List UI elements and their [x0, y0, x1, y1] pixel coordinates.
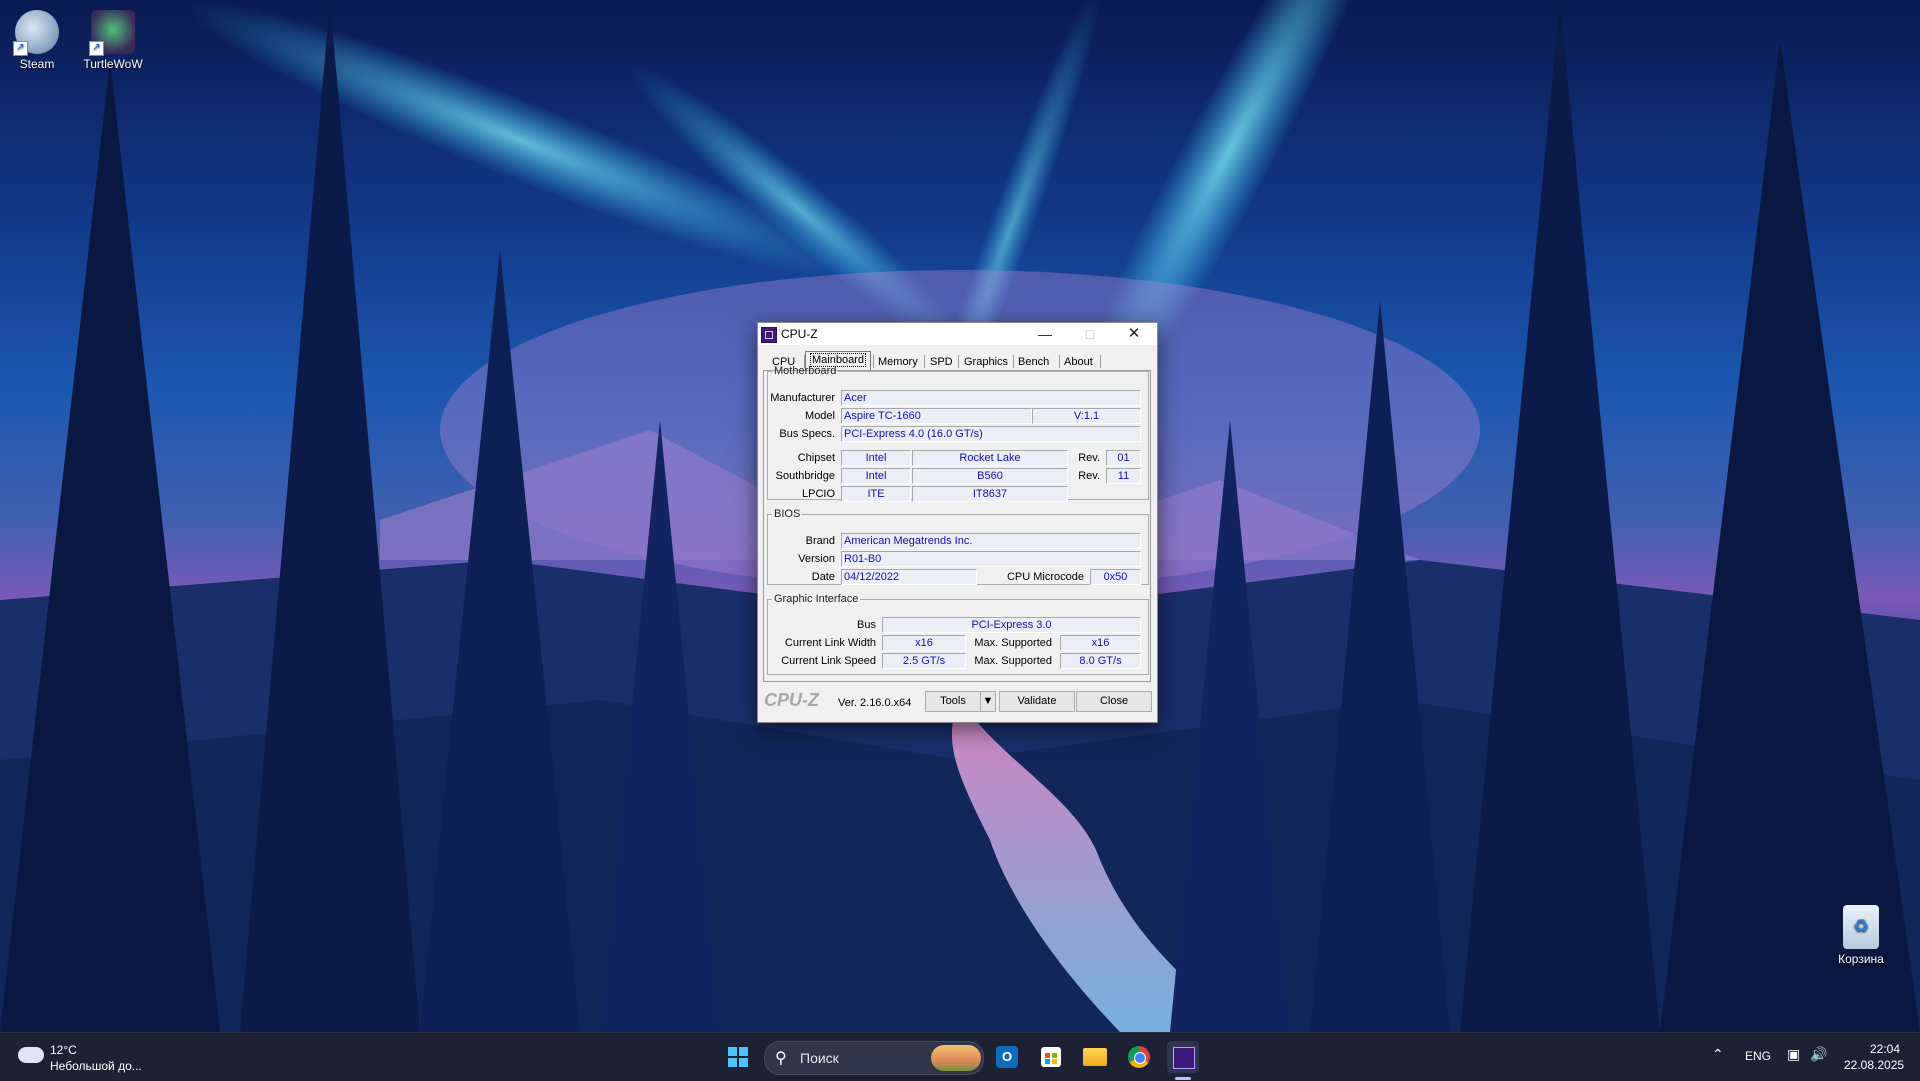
footer: CPU-Z Ver. 2.16.0.x64 Tools ▼ Validate C… [758, 688, 1157, 718]
desktop-icon-turtlewow[interactable]: ↗ TurtleWoW [75, 10, 151, 71]
lpcio-label: LPCIO [801, 488, 835, 500]
steam-icon: ↗ [13, 10, 59, 56]
cpu-microcode-label: CPU Microcode [1006, 571, 1084, 583]
weather-desc: Небольшой до... [50, 1059, 142, 1073]
search-placeholder: Поиск [800, 1050, 839, 1066]
weather-widget[interactable]: 12°C Небольшой до... [14, 1041, 174, 1075]
store-icon [1041, 1047, 1061, 1067]
taskbar-search[interactable]: ⚲ Поиск [764, 1041, 984, 1075]
bios-brand-value: American Megatrends Inc. [841, 533, 1141, 549]
start-button[interactable] [722, 1041, 754, 1073]
cpu-microcode-value: 0x50 [1090, 569, 1141, 585]
minimize-button[interactable]: — [1023, 323, 1067, 345]
taskbar: 12°C Небольшой до... ⚲ Поиск O ⌃ ENG ▣ 🔊… [0, 1032, 1920, 1081]
desktop-icon-steam[interactable]: ↗ Steam [0, 10, 75, 71]
window-title: CPU-Z [781, 327, 818, 341]
gi-bus-label: Bus [857, 619, 876, 631]
shortcut-arrow-icon: ↗ [13, 41, 28, 56]
clock-date[interactable]: 22.08.2025 [1844, 1058, 1904, 1072]
maximize-button: □ [1085, 326, 1095, 342]
mainboard-panel: Motherboard Manufacturer Acer Model Aspi… [763, 365, 1151, 682]
chipset-vendor-value: Intel [841, 450, 911, 466]
turtlewow-icon: ↗ [89, 10, 135, 56]
validate-button[interactable]: Validate [999, 691, 1075, 712]
graphic-interface-legend: Graphic Interface [774, 593, 859, 605]
shortcut-arrow-icon: ↗ [89, 41, 104, 56]
lpcio-vendor-value: ITE [841, 486, 911, 502]
version-label: Ver. 2.16.0.x64 [838, 697, 912, 709]
model-version-value: V:1.1 [1032, 408, 1141, 424]
southbridge-label: Southbridge [775, 470, 835, 482]
max-width-value: x16 [1060, 635, 1141, 651]
gi-bus-value: PCI-Express 3.0 [882, 617, 1141, 633]
bios-date-value: 04/12/2022 [841, 569, 977, 585]
bios-version-label: Version [798, 553, 835, 565]
manufacturer-value: Acer [841, 390, 1141, 406]
model-label: Model [805, 410, 835, 422]
network-icon[interactable]: ▣ [1787, 1046, 1800, 1063]
cloud-rain-icon [18, 1047, 44, 1063]
title-bar[interactable]: CPU-Z — □ ✕ [758, 323, 1157, 345]
windows-logo-icon [728, 1047, 748, 1067]
cpuz-window: CPU-Z — □ ✕ CPU Mainboard Memory SPD Gra… [757, 322, 1158, 723]
max-supported-width-label: Max. Supported [974, 637, 1052, 649]
bus-specs-label: Bus Specs. [779, 428, 835, 440]
max-speed-value: 8.0 GT/s [1060, 653, 1141, 669]
manufacturer-label: Manufacturer [770, 392, 835, 404]
cpuz-app-icon [761, 327, 777, 343]
chrome-button[interactable] [1123, 1041, 1155, 1073]
desktop-icon-label: TurtleWoW [83, 57, 143, 71]
motherboard-legend: Motherboard [774, 365, 837, 377]
link-speed-value: 2.5 GT/s [882, 653, 966, 669]
chipset-rev-label: Rev. [1078, 452, 1100, 464]
store-button[interactable] [1035, 1041, 1067, 1073]
link-width-label: Current Link Width [784, 637, 876, 649]
outlook-icon: O [996, 1046, 1018, 1068]
model-value: Aspire TC-1660 [841, 408, 1032, 424]
chipset-rev-value: 01 [1106, 450, 1141, 466]
recycle-symbol-icon: ♻ [1853, 916, 1870, 936]
southbridge-rev-value: 11 [1106, 468, 1141, 484]
desktop-icon-label: Корзина [1838, 952, 1884, 966]
close-button[interactable]: Close [1076, 691, 1152, 712]
file-explorer-button[interactable] [1079, 1041, 1111, 1073]
link-speed-label: Current Link Speed [781, 655, 876, 667]
clock-time[interactable]: 22:04 [1870, 1042, 1900, 1056]
max-supported-speed-label: Max. Supported [974, 655, 1052, 667]
show-hidden-icons-button[interactable]: ⌃ [1712, 1046, 1724, 1063]
tools-button[interactable]: Tools [925, 691, 981, 712]
search-highlight-image [931, 1045, 981, 1071]
chipset-name-value: Rocket Lake [912, 450, 1068, 466]
volume-icon[interactable]: 🔊 [1810, 1046, 1827, 1063]
bios-date-label: Date [811, 571, 835, 583]
chrome-icon [1128, 1046, 1150, 1068]
bus-specs-value: PCI-Express 4.0 (16.0 GT/s) [841, 426, 1141, 442]
cpuz-taskbar-icon [1173, 1047, 1195, 1069]
bios-brand-label: Brand [805, 535, 835, 547]
chipset-label: Chipset [797, 452, 835, 464]
southbridge-name-value: B560 [912, 468, 1068, 484]
link-width-value: x16 [882, 635, 966, 651]
cpuz-taskbar-button[interactable] [1167, 1041, 1199, 1073]
close-window-button[interactable]: ✕ [1112, 323, 1156, 345]
search-icon: ⚲ [775, 1050, 787, 1067]
desktop-icon-recycle-bin[interactable]: ♻ Корзина [1823, 905, 1899, 966]
lpcio-name-value: IT8637 [912, 486, 1068, 502]
language-indicator[interactable]: ENG [1745, 1049, 1771, 1063]
cpuz-logo: CPU-Z [764, 690, 819, 710]
southbridge-vendor-value: Intel [841, 468, 911, 484]
bios-version-value: R01-B0 [841, 551, 1141, 567]
southbridge-rev-label: Rev. [1078, 470, 1100, 482]
weather-temp: 12°C [50, 1043, 77, 1057]
tools-dropdown-button[interactable]: ▼ [980, 691, 996, 712]
dropdown-arrow-icon: ▼ [982, 695, 994, 707]
recycle-bin-icon: ♻ [1843, 905, 1879, 949]
bios-legend: BIOS [774, 508, 801, 520]
outlook-button[interactable]: O [991, 1041, 1023, 1073]
desktop-icon-label: Steam [19, 57, 55, 71]
folder-icon [1083, 1048, 1107, 1066]
